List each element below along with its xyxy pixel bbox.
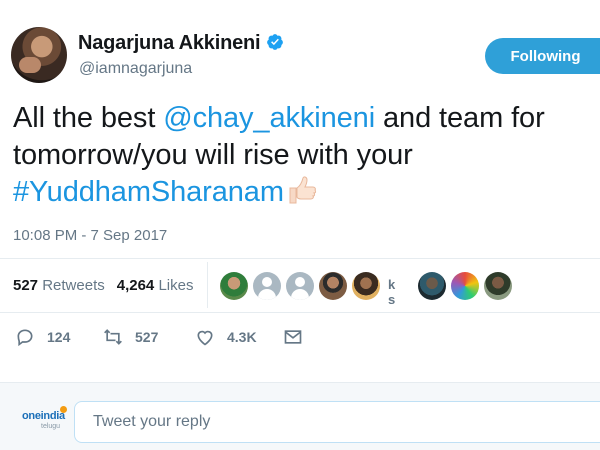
- user-handle[interactable]: @iamnagarjuna: [79, 60, 192, 78]
- liker-avatar[interactable]: [451, 272, 479, 300]
- liker-avatar[interactable]: [418, 272, 446, 300]
- tweet-actions: 124 527 4.3K: [0, 327, 600, 353]
- display-name-text[interactable]: Nagarjuna Akkineni: [78, 32, 261, 54]
- thumbs-up-icon: [289, 176, 317, 204]
- logo-subtext: telugu: [41, 423, 61, 430]
- reply-icon: [17, 329, 33, 347]
- verified-badge-icon: [267, 34, 284, 50]
- retweets-label: Retweets: [42, 277, 105, 294]
- profile-avatar[interactable]: [11, 27, 67, 83]
- like-count: 4.3K: [227, 329, 257, 345]
- tweet-timestamp[interactable]: 10:08 PM - 7 Sep 2017: [13, 227, 167, 244]
- likes-label: Likes: [158, 277, 194, 294]
- retweet-icon: [104, 329, 122, 345]
- divider: [0, 258, 600, 259]
- logo-text: oneindia: [22, 410, 65, 422]
- reply-button[interactable]: 124: [15, 327, 70, 347]
- display-name[interactable]: Nagarjuna Akkineni: [78, 32, 284, 55]
- envelope-icon: [284, 330, 302, 344]
- mention-link[interactable]: @chay_akkineni: [163, 102, 375, 134]
- likes-count: 4,264: [116, 277, 155, 294]
- retweet-count: 527: [135, 329, 159, 345]
- stats-separator: [207, 262, 208, 308]
- liker-avatar[interactable]: [319, 272, 347, 300]
- following-button[interactable]: Following: [485, 38, 600, 74]
- engagement-stats: 527 Retweets 4,264 Likes: [13, 277, 193, 294]
- retweets-count: 527: [13, 277, 39, 294]
- like-button[interactable]: 4.3K: [195, 327, 257, 347]
- liker-initials[interactable]: k s: [388, 277, 397, 307]
- retweet-button[interactable]: 527: [103, 327, 158, 347]
- tweet-text-part: All the best: [13, 102, 164, 134]
- liker-avatar[interactable]: [286, 272, 314, 300]
- liker-avatar[interactable]: [484, 272, 512, 300]
- reply-count: 124: [47, 329, 71, 345]
- heart-icon: [197, 330, 213, 346]
- direct-message-button[interactable]: [283, 327, 315, 347]
- hashtag-link[interactable]: #YuddhamSharanam: [13, 176, 284, 208]
- liker-avatar[interactable]: [253, 272, 281, 300]
- liker-avatar[interactable]: [220, 272, 248, 300]
- likes-stat[interactable]: 4,264 Likes: [117, 277, 194, 294]
- reply-input[interactable]: [74, 401, 600, 443]
- divider: [0, 312, 600, 313]
- liker-avatar[interactable]: [352, 272, 380, 300]
- tweet-text: All the best @chay_akkineni and team for…: [13, 100, 600, 211]
- logo-dot: [60, 406, 67, 413]
- retweets-stat[interactable]: 527 Retweets: [13, 277, 105, 294]
- oneindia-logo: oneindia telugu: [22, 404, 74, 434]
